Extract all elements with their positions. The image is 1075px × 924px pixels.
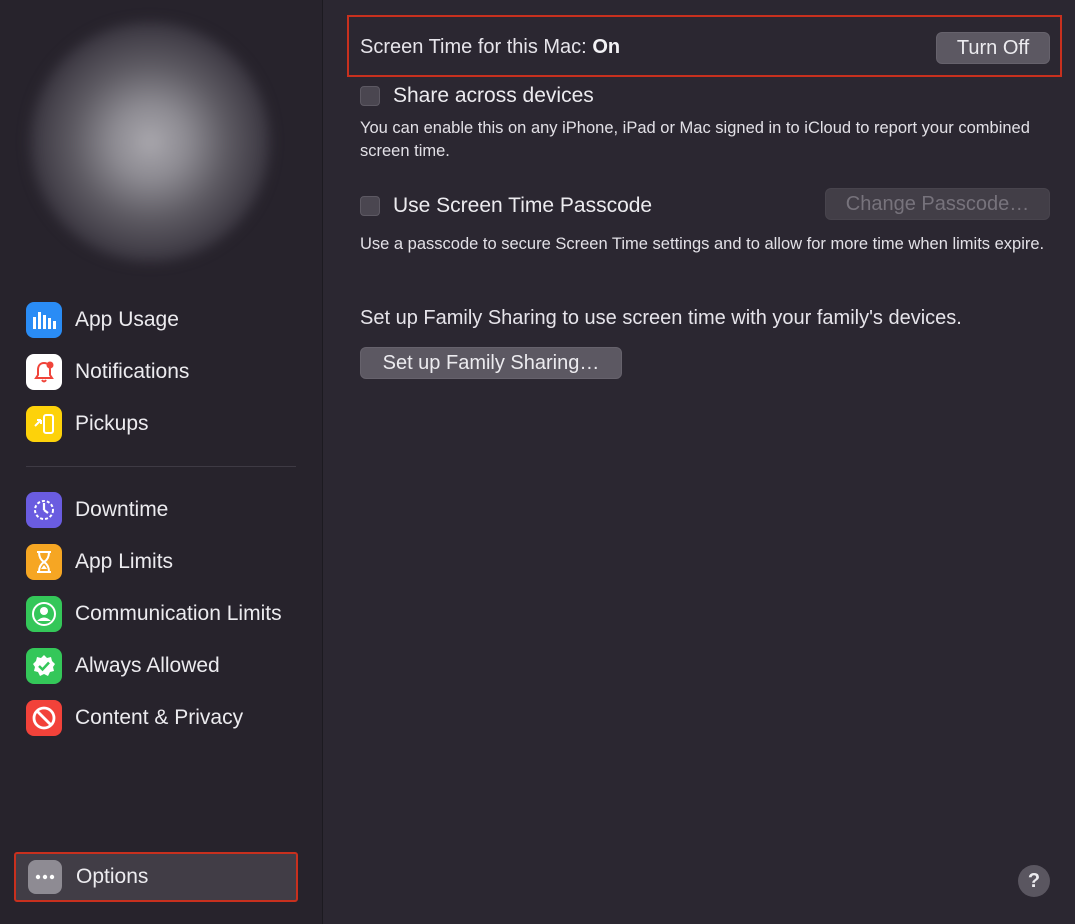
sidebar-item-content-privacy[interactable]: Content & Privacy [26,698,243,738]
share-across-devices-row[interactable]: Share across devices [360,84,594,108]
passcode-row[interactable]: Use Screen Time Passcode [360,194,652,218]
pickup-icon [26,406,62,442]
ellipsis-icon [28,860,62,894]
screen-time-status: Screen Time for this Mac: On [360,36,620,59]
avatar [30,22,270,262]
bar-chart-icon [26,302,62,338]
sidebar-item-notifications[interactable]: Notifications [26,352,189,392]
sidebar-item-always-allowed[interactable]: Always Allowed [26,646,220,686]
bell-icon [26,354,62,390]
passcode-label: Use Screen Time Passcode [393,194,653,217]
hourglass-icon [26,544,62,580]
sidebar-item-options[interactable]: Options [14,852,298,902]
change-passcode-button[interactable]: Change Passcode… [825,188,1050,220]
sidebar-item-downtime[interactable]: Downtime [26,490,168,530]
sidebar-item-label: Content & Privacy [75,706,244,729]
sidebar: App Usage Notifications Pickups Downtime… [0,0,323,924]
sidebar-item-pickups[interactable]: Pickups [26,404,149,444]
sidebar-item-label: Options [76,865,149,888]
sidebar-item-app-limits[interactable]: App Limits [26,542,173,582]
passcode-description: Use a passcode to secure Screen Time set… [360,235,1045,253]
sidebar-item-label: App Usage [75,308,179,331]
sidebar-item-label: Always Allowed [75,654,220,677]
sidebar-item-communication-limits[interactable]: Communication Limits [26,594,282,634]
set-up-family-sharing-button[interactable]: Set up Family Sharing… [360,347,622,379]
sidebar-item-app-usage[interactable]: App Usage [26,300,179,340]
sidebar-item-label: Pickups [75,412,149,435]
help-button[interactable]: ? [1018,865,1050,897]
prohibited-icon [26,700,62,736]
share-across-devices-label: Share across devices [393,84,594,107]
passcode-checkbox[interactable] [360,196,380,216]
main-panel: Screen Time for this Mac: On Turn Off Sh… [323,0,1075,924]
downtime-icon [26,492,62,528]
person-icon [26,596,62,632]
sidebar-item-label: App Limits [75,550,174,573]
status-value: On [592,36,621,58]
share-description: You can enable this on any iPhone, iPad … [360,119,1030,160]
turn-off-button[interactable]: Turn Off [936,32,1050,64]
status-prefix: Screen Time for this Mac: [360,36,587,58]
sidebar-divider [26,466,296,467]
sidebar-item-label: Notifications [75,360,190,383]
share-across-devices-checkbox[interactable] [360,86,380,106]
checkmark-seal-icon [26,648,62,684]
family-sharing-text: Set up Family Sharing to use screen time… [360,307,962,329]
sidebar-item-label: Communication Limits [75,602,282,625]
sidebar-item-label: Downtime [75,498,169,521]
